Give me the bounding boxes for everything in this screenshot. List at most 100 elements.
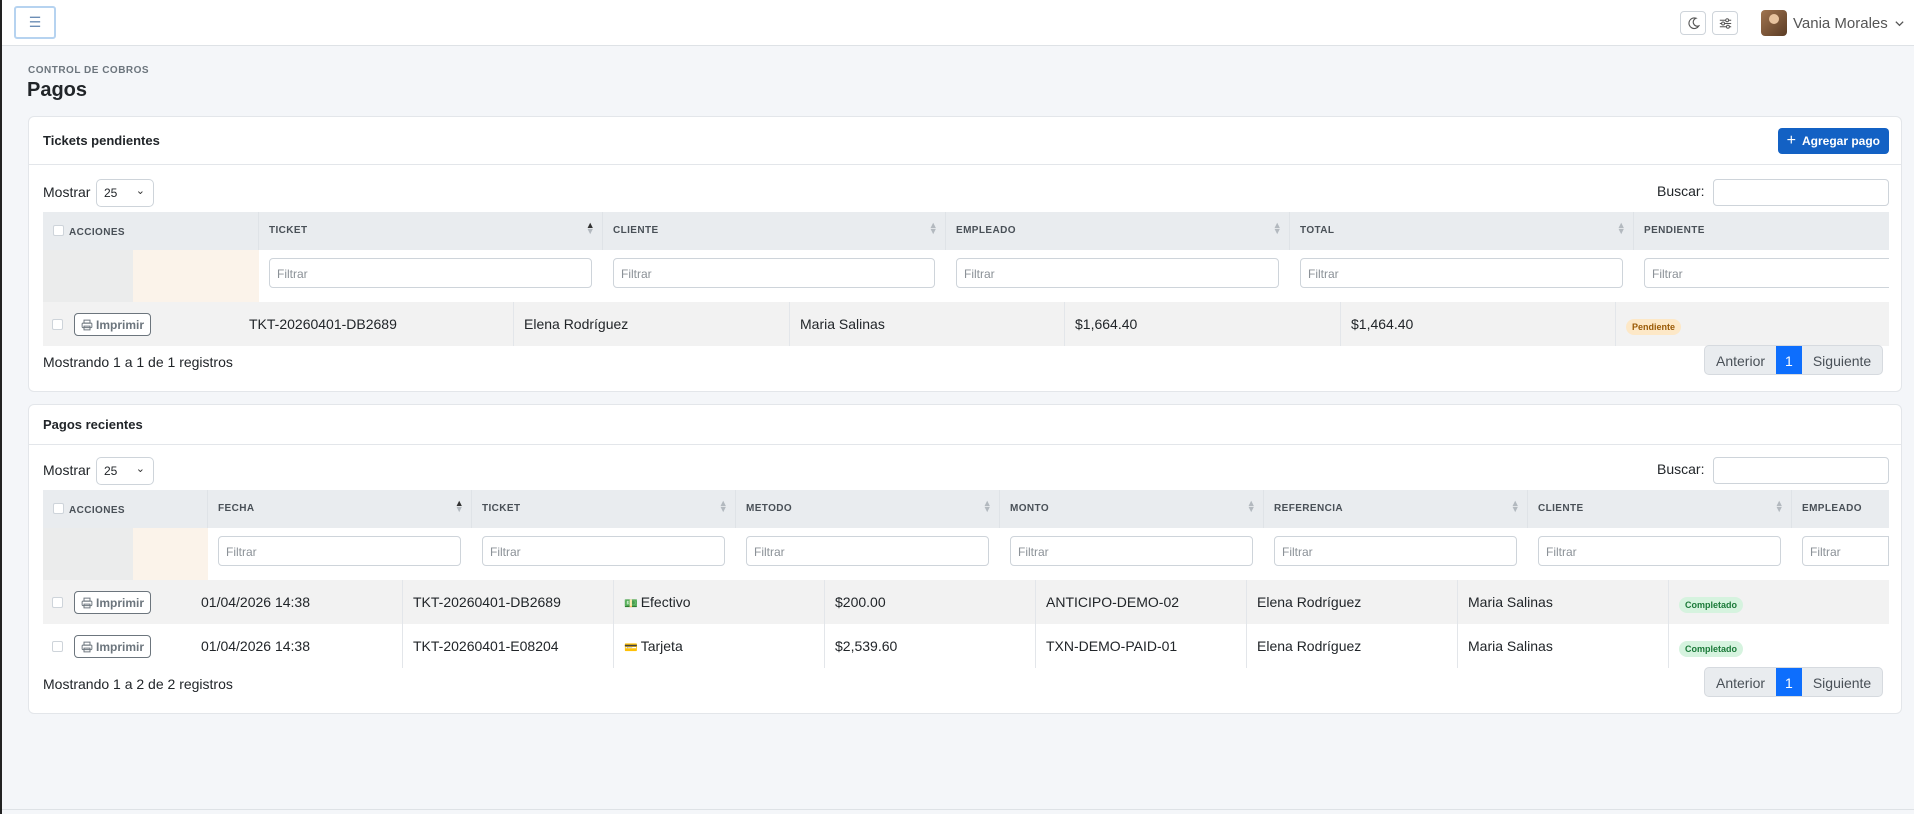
col-ticket[interactable]: TICKET ▲ ▼: [259, 212, 603, 250]
table-row: Imprimir 01/04/2026 14:38 TKT-20260401-D…: [43, 580, 1889, 624]
sort-icon: ▲ ▼: [454, 498, 464, 514]
cell-referencia: ANTICIPO-DEMO-02: [1036, 580, 1247, 624]
chevron-down-icon: ⌄: [135, 463, 145, 475]
sliders-icon: [1719, 17, 1731, 29]
pending-tickets-card: Tickets pendientes + Agregar pago Mostra…: [28, 116, 1902, 392]
filter-fecha-input[interactable]: Filtrar: [218, 536, 461, 566]
filter-monto-input[interactable]: Filtrar: [1010, 536, 1253, 566]
table-row: Imprimir TKT-20260401-DB2689 Elena Rodrí…: [43, 302, 1889, 346]
table-summary: Mostrando 1 a 1 de 1 registros: [43, 354, 233, 370]
filter-empleado-input[interactable]: Filtrar: [956, 258, 1279, 288]
printer-icon: [81, 597, 93, 608]
row-checkbox[interactable]: [52, 319, 63, 330]
sort-icon: ▲ ▼: [585, 220, 595, 236]
pager-prev-button[interactable]: Anterior: [1705, 346, 1776, 374]
col-empleado[interactable]: EMPLEADO ▲ ▼: [946, 212, 1290, 250]
col-monto[interactable]: MONTO ▲ ▼: [1000, 490, 1264, 528]
add-payment-button[interactable]: + Agregar pago: [1777, 128, 1889, 154]
col-metodo[interactable]: METODO ▲ ▼: [736, 490, 1000, 528]
chevron-down-icon: ⌄: [135, 185, 145, 197]
cell-fecha: 01/04/2026 14:38: [191, 580, 403, 624]
cell-monto: $200.00: [825, 580, 1036, 624]
filter-ticket-input[interactable]: Filtrar: [482, 536, 725, 566]
table-header: ACCIONES TICKET ▲ ▼ CLIENTE ▲ ▼ EMPLEADO ▲ ▼ T…: [43, 212, 1889, 250]
filter-metodo-input[interactable]: Filtrar: [746, 536, 989, 566]
col-referencia[interactable]: REFERENCIA ▲ ▼: [1264, 490, 1528, 528]
col-fecha[interactable]: FECHA ▲ ▼: [208, 490, 472, 528]
cash-icon: 💵: [624, 598, 638, 610]
pagination: Anterior 1 Siguiente: [1704, 345, 1884, 375]
search-input[interactable]: [1713, 457, 1889, 484]
cell-pendiente: $1,464.40: [1341, 302, 1616, 346]
card-title: Pagos recientes: [43, 417, 143, 432]
sort-icon: ▲ ▼: [1616, 220, 1626, 236]
page-eyebrow: CONTROL DE COBROS: [28, 65, 150, 76]
filter-pendiente-input[interactable]: Filtrar: [1644, 258, 1889, 288]
show-label: Mostrar: [43, 184, 91, 200]
col-acciones[interactable]: ACCIONES: [43, 490, 208, 528]
theme-toggle-button[interactable]: [1680, 11, 1706, 35]
table-header: ACCIONES FECHA ▲ ▼ TICKET ▲ ▼ METODO ▲ ▼ MONTO…: [43, 490, 1889, 528]
avatar: [1761, 10, 1787, 36]
pager-next-button[interactable]: Siguiente: [1802, 346, 1882, 374]
sidebar-toggle-button[interactable]: ☰: [14, 6, 56, 39]
col-cliente[interactable]: CLIENTE ▲ ▼: [1528, 490, 1792, 528]
add-payment-label: Agregar pago: [1801, 134, 1880, 148]
pager-page-button[interactable]: 1: [1776, 668, 1802, 696]
cell-referencia: TXN-DEMO-PAID-01: [1036, 624, 1247, 668]
select-all-checkbox[interactable]: [53, 503, 64, 514]
print-button[interactable]: Imprimir: [74, 635, 152, 658]
cell-empleado: Maria Salinas: [1458, 580, 1669, 624]
user-menu[interactable]: Vania Morales: [1761, 10, 1905, 36]
col-acciones[interactable]: ACCIONES: [43, 212, 259, 250]
show-label: Mostrar: [43, 462, 91, 478]
cell-cliente: Elena Rodríguez: [1247, 580, 1458, 624]
filter-blank: [133, 528, 208, 580]
filter-referencia-input[interactable]: Filtrar: [1274, 536, 1517, 566]
user-name: Vania Morales: [1793, 14, 1888, 32]
select-all-checkbox[interactable]: [53, 225, 64, 236]
filter-total-input[interactable]: Filtrar: [1300, 258, 1623, 288]
settings-button[interactable]: [1712, 11, 1738, 35]
col-total[interactable]: TOTAL ▲ ▼: [1290, 212, 1634, 250]
hamburger-icon: ☰: [28, 14, 42, 30]
search-label: Buscar:: [1657, 461, 1705, 477]
col-pendiente[interactable]: PENDIENTE: [1634, 212, 1889, 250]
search-label: Buscar:: [1657, 183, 1705, 199]
sort-icon: ▲ ▼: [1272, 220, 1282, 236]
filter-row: Filtrar Filtrar Filtrar Filtrar Filtrar: [43, 250, 1889, 302]
cell-monto: $2,539.60: [825, 624, 1036, 668]
row-checkbox[interactable]: [52, 641, 63, 652]
filter-empleado-input[interactable]: Filtrar: [1802, 536, 1889, 566]
cell-empleado: Maria Salinas: [790, 302, 1065, 346]
divider: [2, 809, 1914, 810]
pager-next-button[interactable]: Siguiente: [1802, 668, 1882, 696]
table-row: Imprimir 01/04/2026 14:38 TKT-20260401-E…: [43, 624, 1889, 668]
printer-icon: [81, 319, 93, 330]
page-size-select[interactable]: 25 ⌄: [96, 179, 154, 207]
moon-icon: [1687, 16, 1700, 29]
col-ticket[interactable]: TICKET ▲ ▼: [472, 490, 736, 528]
filter-row: Filtrar Filtrar Filtrar Filtrar Filtrar …: [43, 528, 1889, 580]
search-input[interactable]: [1713, 179, 1889, 206]
pager-prev-button[interactable]: Anterior: [1705, 668, 1776, 696]
card-icon: 💳: [624, 642, 638, 654]
page-title: Pagos: [27, 79, 88, 101]
print-button[interactable]: Imprimir: [74, 313, 152, 336]
status-badge: Pendiente: [1626, 319, 1682, 335]
filter-ticket-input[interactable]: Filtrar: [269, 258, 592, 288]
filter-blank: [133, 250, 259, 302]
sort-icon: ▲ ▼: [1246, 498, 1256, 514]
card-header: Tickets pendientes + Agregar pago: [29, 117, 1901, 165]
page-size-select[interactable]: 25 ⌄: [96, 457, 154, 485]
print-button[interactable]: Imprimir: [74, 591, 152, 614]
col-empleado[interactable]: EMPLEADO: [1792, 490, 1889, 528]
cell-fecha: 01/04/2026 14:38: [191, 624, 403, 668]
sort-icon: ▲ ▼: [1774, 498, 1784, 514]
filter-cliente-input[interactable]: Filtrar: [613, 258, 935, 288]
cell-total: $1,664.40: [1065, 302, 1341, 346]
pager-page-button[interactable]: 1: [1776, 346, 1802, 374]
filter-cliente-input[interactable]: Filtrar: [1538, 536, 1781, 566]
col-cliente[interactable]: CLIENTE ▲ ▼: [603, 212, 946, 250]
row-checkbox[interactable]: [52, 597, 63, 608]
